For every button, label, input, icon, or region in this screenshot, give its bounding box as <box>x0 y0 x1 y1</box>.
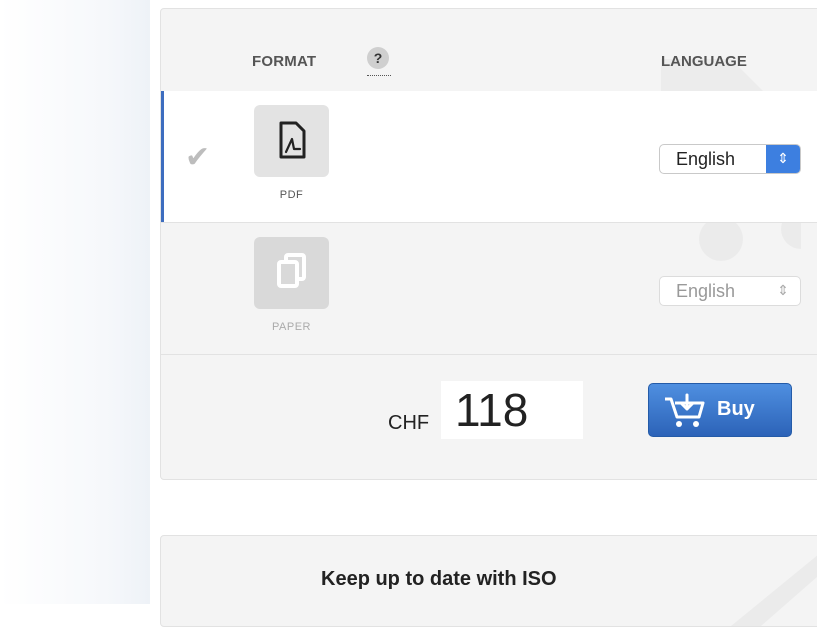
select-stepper-icon: ⇕ <box>777 282 789 298</box>
price-box: 118 <box>441 381 583 439</box>
format-row-pdf[interactable]: ✔ PDF English ⇕ <box>161 91 817 223</box>
price-amount: 118 <box>455 384 529 436</box>
pdf-format-option[interactable] <box>254 105 329 177</box>
pdf-file-icon <box>279 121 306 159</box>
paper-language-select[interactable]: English ⇕ <box>659 276 801 306</box>
table-header: FORMAT ? LANGUAGE <box>161 9 817 92</box>
help-underline <box>367 75 391 76</box>
cart-icon <box>665 393 705 427</box>
watermark-graphic <box>731 555 817 626</box>
currency-label: CHF <box>388 412 430 434</box>
pdf-format-label: PDF <box>279 189 304 201</box>
buy-button-label: Buy <box>717 398 755 420</box>
paper-format-label: PAPER <box>272 321 311 333</box>
format-column-header: FORMAT <box>252 53 317 70</box>
page-left-shade <box>0 0 150 604</box>
format-row-paper[interactable]: PAPER English ⇕ <box>161 223 817 355</box>
language-column-header: LANGUAGE <box>661 53 747 70</box>
paper-format-option[interactable] <box>254 237 329 309</box>
select-stepper-icon: ⇕ <box>766 145 800 173</box>
paper-copy-icon <box>277 253 306 288</box>
price-row: CHF 118 Buy <box>161 354 817 479</box>
format-help-icon[interactable]: ? <box>367 47 389 69</box>
pdf-language-value: English <box>676 149 736 169</box>
newsletter-title: Keep up to date with ISO <box>321 568 557 590</box>
purchase-options-panel: FORMAT ? LANGUAGE ✔ PDF English ⇕ PAPER <box>160 8 817 480</box>
selected-check-icon: ✔ <box>185 141 211 174</box>
pdf-language-select[interactable]: English ⇕ <box>659 144 801 174</box>
buy-button[interactable]: Buy <box>648 383 792 437</box>
paper-language-value: English <box>676 281 736 301</box>
newsletter-panel: Keep up to date with ISO <box>160 535 817 627</box>
